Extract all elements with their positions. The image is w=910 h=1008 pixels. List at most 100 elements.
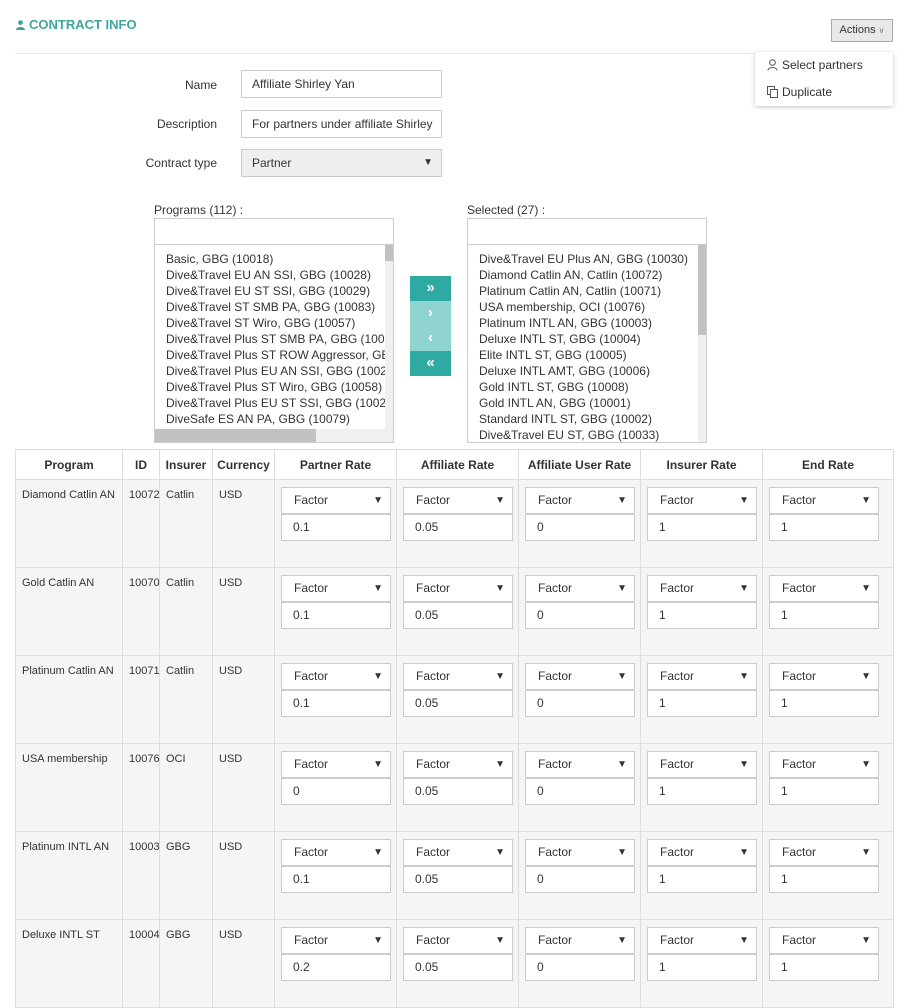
affiliate-rate-value-field[interactable]: 0.05 xyxy=(403,778,513,805)
programs-hscroll-thumb[interactable] xyxy=(155,429,316,442)
insurer-rate-type-select[interactable]: Factor ▼ xyxy=(647,575,757,602)
contract-type-select[interactable]: Partner ▼ xyxy=(241,149,442,177)
affiliate-user-rate-value-field[interactable]: 0 xyxy=(525,866,635,893)
program-list-item[interactable]: Dive&Travel Plus ST Wiro, GBG (10058) xyxy=(166,380,382,394)
menu-item-duplicate[interactable]: Duplicate xyxy=(767,85,832,99)
program-list-item[interactable]: Dive&Travel EU AN SSI, GBG (10028) xyxy=(166,268,371,282)
programs-vscroll-thumb[interactable] xyxy=(385,245,393,261)
selected-list[interactable]: Dive&Travel EU Plus AN, GBG (10030) Diamo… xyxy=(467,244,707,443)
partner-rate-value-field[interactable]: 0.1 xyxy=(281,602,391,629)
insurer-rate-value-field[interactable]: 1 xyxy=(647,602,757,629)
affiliate-rate-type-select[interactable]: Factor ▼ xyxy=(403,663,513,690)
insurer-rate-type-select[interactable]: Factor ▼ xyxy=(647,839,757,866)
selected-search-input[interactable] xyxy=(467,218,707,245)
programs-vscroll[interactable] xyxy=(385,245,393,429)
affiliate-user-rate-value-field[interactable]: 0 xyxy=(525,778,635,805)
selected-list-item[interactable]: Platinum Catlin AN, Catlin (10071) xyxy=(479,284,661,298)
program-list-item[interactable]: Dive&Travel ST Wiro, GBG (10057) xyxy=(166,316,355,330)
insurer-rate-type-select[interactable]: Factor ▼ xyxy=(647,751,757,778)
end-rate-type-select[interactable]: Factor ▼ xyxy=(769,927,879,954)
programs-list[interactable]: Basic, GBG (10018) Dive&Travel EU AN SSI,… xyxy=(154,244,394,443)
selected-list-item[interactable]: Standard INTL ST, GBG (10002) xyxy=(479,412,652,426)
affiliate-user-rate-value-field[interactable]: 0 xyxy=(525,954,635,981)
description-field[interactable]: For partners under affiliate Shirley xyxy=(241,110,442,138)
program-list-item[interactable]: Dive&Travel Plus ST SMB PA, GBG (10084) xyxy=(166,332,393,346)
partner-rate-value-field[interactable]: 0.1 xyxy=(281,690,391,717)
end-rate-value-field[interactable]: 1 xyxy=(769,866,879,893)
program-list-item[interactable]: Basic, GBG (10018) xyxy=(166,252,273,266)
affiliate-user-rate-value-field[interactable]: 0 xyxy=(525,514,635,541)
affiliate-user-rate-type-select[interactable]: Factor ▼ xyxy=(525,927,635,954)
affiliate-rate-value-field[interactable]: 0.05 xyxy=(403,602,513,629)
program-list-item[interactable]: Dive&Travel Plus EU AN SSI, GBG (10026) xyxy=(166,364,393,378)
insurer-rate-type-select[interactable]: Factor ▼ xyxy=(647,663,757,690)
affiliate-user-rate-type-select[interactable]: Factor ▼ xyxy=(525,487,635,514)
selected-list-item[interactable]: Deluxe INTL ST, GBG (10004) xyxy=(479,332,641,346)
insurer-rate-type-select[interactable]: Factor ▼ xyxy=(647,927,757,954)
insurer-rate-type-select[interactable]: Factor ▼ xyxy=(647,487,757,514)
end-rate-type-select[interactable]: Factor ▼ xyxy=(769,663,879,690)
insurer-rate-value-field[interactable]: 1 xyxy=(647,778,757,805)
programs-search-input[interactable] xyxy=(154,218,394,245)
partner-rate-type-select[interactable]: Factor ▼ xyxy=(281,487,391,514)
partner-rate-type-select[interactable]: Factor ▼ xyxy=(281,751,391,778)
selected-list-item[interactable]: Deluxe INTL AMT, GBG (10006) xyxy=(479,364,650,378)
end-rate-value-field[interactable]: 1 xyxy=(769,954,879,981)
affiliate-rate-type-select[interactable]: Factor ▼ xyxy=(403,487,513,514)
selected-list-item[interactable]: Gold INTL ST, GBG (10008) xyxy=(479,380,629,394)
selected-list-item[interactable]: Diamond Catlin AN, Catlin (10072) xyxy=(479,268,662,282)
end-rate-value-field[interactable]: 1 xyxy=(769,514,879,541)
affiliate-user-rate-value-field[interactable]: 0 xyxy=(525,690,635,717)
affiliate-user-rate-type-select[interactable]: Factor ▼ xyxy=(525,839,635,866)
partner-rate-value-field[interactable]: 0 xyxy=(281,778,391,805)
programs-hscroll[interactable] xyxy=(155,429,393,442)
partner-rate-type-select[interactable]: Factor ▼ xyxy=(281,927,391,954)
program-list-item[interactable]: Dive&Travel ST SMB PA, GBG (10083) xyxy=(166,300,375,314)
affiliate-rate-type-select[interactable]: Factor ▼ xyxy=(403,575,513,602)
selected-vscroll-thumb[interactable] xyxy=(698,245,706,335)
move-all-left-button[interactable]: « xyxy=(410,351,451,376)
name-field[interactable]: Affiliate Shirley Yan xyxy=(241,70,442,98)
move-left-button[interactable]: ‹ xyxy=(410,326,451,351)
end-rate-type-select[interactable]: Factor ▼ xyxy=(769,487,879,514)
end-rate-value-field[interactable]: 1 xyxy=(769,778,879,805)
end-rate-value-field[interactable]: 1 xyxy=(769,602,879,629)
end-rate-type-select[interactable]: Factor ▼ xyxy=(769,839,879,866)
actions-button[interactable]: Actions ∨ xyxy=(831,19,893,42)
affiliate-rate-value-field[interactable]: 0.05 xyxy=(403,690,513,717)
selected-list-item[interactable]: Dive&Travel EU Plus AN, GBG (10030) xyxy=(479,252,688,266)
insurer-rate-value-field[interactable]: 1 xyxy=(647,514,757,541)
program-list-item[interactable]: Dive&Travel EU ST SSI, GBG (10029) xyxy=(166,284,370,298)
program-list-item[interactable]: DiveSafe ES AN PA, GBG (10079) xyxy=(166,412,350,426)
partner-rate-value-field[interactable]: 0.2 xyxy=(281,954,391,981)
selected-list-item[interactable]: Platinum INTL AN, GBG (10003) xyxy=(479,316,652,330)
insurer-rate-value-field[interactable]: 1 xyxy=(647,954,757,981)
selected-list-item[interactable]: Elite INTL ST, GBG (10005) xyxy=(479,348,627,362)
affiliate-user-rate-type-select[interactable]: Factor ▼ xyxy=(525,751,635,778)
selected-list-item[interactable]: Gold INTL AN, GBG (10001) xyxy=(479,396,631,410)
program-list-item[interactable]: Dive&Travel Plus ST ROW Aggressor, GBG xyxy=(166,348,393,362)
menu-item-select-partners[interactable]: Select partners xyxy=(767,58,863,72)
affiliate-user-rate-type-select[interactable]: Factor ▼ xyxy=(525,663,635,690)
affiliate-user-rate-type-select[interactable]: Factor ▼ xyxy=(525,575,635,602)
program-list-item[interactable]: Dive&Travel Plus EU ST SSI, GBG (10027) xyxy=(166,396,393,410)
affiliate-rate-type-select[interactable]: Factor ▼ xyxy=(403,751,513,778)
affiliate-rate-value-field[interactable]: 0.05 xyxy=(403,954,513,981)
affiliate-rate-value-field[interactable]: 0.05 xyxy=(403,866,513,893)
affiliate-rate-type-select[interactable]: Factor ▼ xyxy=(403,927,513,954)
end-rate-type-select[interactable]: Factor ▼ xyxy=(769,751,879,778)
partner-rate-value-field[interactable]: 0.1 xyxy=(281,866,391,893)
partner-rate-type-select[interactable]: Factor ▼ xyxy=(281,663,391,690)
end-rate-value-field[interactable]: 1 xyxy=(769,690,879,717)
affiliate-rate-value-field[interactable]: 0.05 xyxy=(403,514,513,541)
partner-rate-value-field[interactable]: 0.1 xyxy=(281,514,391,541)
move-all-right-button[interactable]: » xyxy=(410,276,451,301)
insurer-rate-value-field[interactable]: 1 xyxy=(647,690,757,717)
selected-list-item[interactable]: USA membership, OCI (10076) xyxy=(479,300,645,314)
selected-list-item[interactable]: Dive&Travel EU ST, GBG (10033) xyxy=(479,428,659,442)
selected-vscroll[interactable] xyxy=(698,245,706,442)
move-right-button[interactable]: › xyxy=(410,301,451,326)
affiliate-user-rate-value-field[interactable]: 0 xyxy=(525,602,635,629)
partner-rate-type-select[interactable]: Factor ▼ xyxy=(281,575,391,602)
partner-rate-type-select[interactable]: Factor ▼ xyxy=(281,839,391,866)
